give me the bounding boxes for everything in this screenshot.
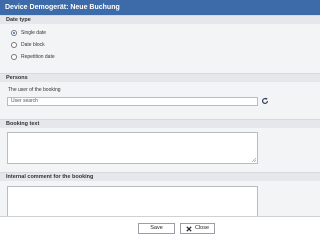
close-button-label: Close xyxy=(194,225,210,231)
persons-heading: Persons xyxy=(0,73,320,82)
radio-button[interactable] xyxy=(11,42,17,48)
booking-text-heading: Booking text xyxy=(0,119,320,128)
radio-label: Single date xyxy=(21,30,47,36)
dialog-footer: Save Close xyxy=(0,216,320,240)
radio-single-date[interactable]: Single date xyxy=(11,29,46,37)
dialog-content: Date type Single date Date block Repetit… xyxy=(0,15,320,216)
radio-label: Repetition date xyxy=(21,54,55,60)
save-button[interactable]: Save xyxy=(138,223,175,234)
radio-button[interactable] xyxy=(11,30,17,36)
user-field-label: The user of the booking xyxy=(8,87,61,93)
booking-text-area[interactable] xyxy=(7,132,258,164)
internal-comment-area[interactable] xyxy=(7,186,258,216)
resize-grip-icon[interactable] xyxy=(252,158,256,162)
user-search-input[interactable]: User search xyxy=(7,97,258,106)
close-icon xyxy=(186,225,192,232)
radio-button[interactable] xyxy=(11,54,17,60)
dialog-title: Device Demogerät: Neue Buchung xyxy=(0,0,320,15)
radio-repetition-date[interactable]: Repetition date xyxy=(11,53,55,61)
radio-label: Date block xyxy=(21,42,45,48)
internal-comment-heading: Internal comment for the booking xyxy=(0,172,320,181)
radio-date-block[interactable]: Date block xyxy=(11,41,45,49)
close-button[interactable]: Close xyxy=(180,223,215,234)
save-button-label: Save xyxy=(150,225,163,231)
refresh-icon[interactable] xyxy=(261,97,269,105)
date-type-heading: Date type xyxy=(0,15,320,24)
